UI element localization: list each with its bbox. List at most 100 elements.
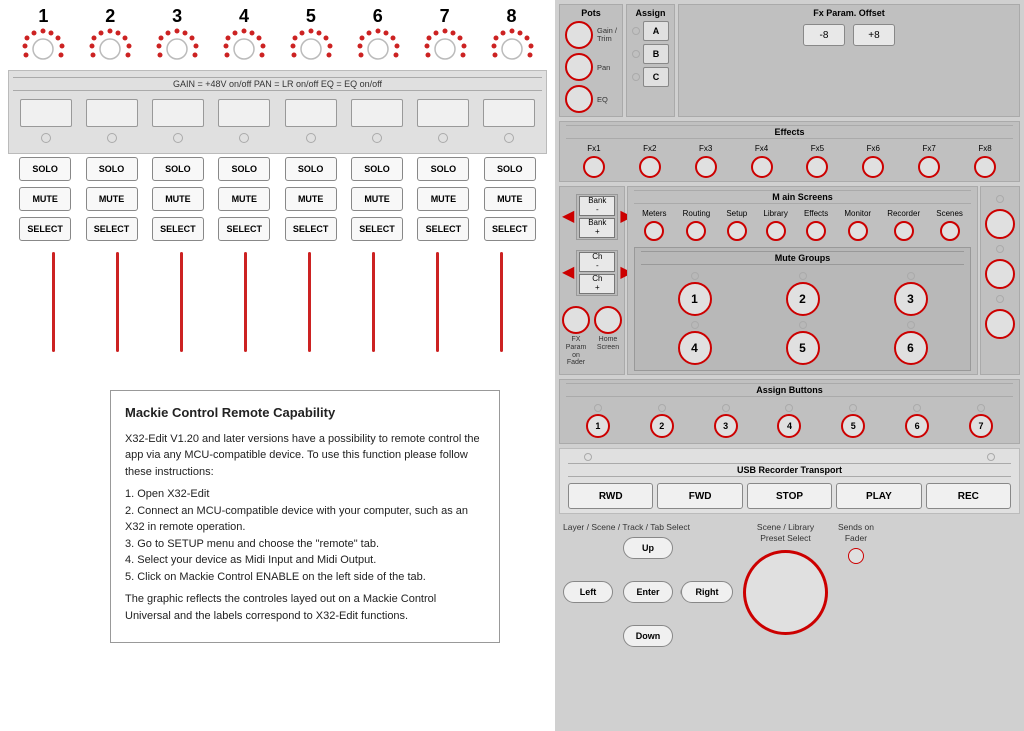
assign-btn-3-knob[interactable]: 3	[714, 414, 738, 438]
nav-right-btn[interactable]: Right	[681, 581, 733, 603]
fader-3[interactable]	[152, 99, 204, 127]
mute-3[interactable]: MUTE	[152, 187, 204, 211]
mute-4[interactable]: MUTE	[218, 187, 270, 211]
fx-param-offset-section: Fx Param. Offset -8 +8	[678, 4, 1020, 117]
assign-btn-5-knob[interactable]: 5	[841, 414, 865, 438]
screen-meters-knob[interactable]	[644, 221, 664, 241]
mute-5-knob[interactable]: 5	[786, 331, 820, 365]
ch-left-arrow[interactable]: ◀	[562, 265, 574, 281]
effect-fx6-knob[interactable]	[862, 156, 884, 178]
extra-knob-1[interactable]	[985, 209, 1015, 239]
solo-8[interactable]: SOLO	[484, 157, 536, 181]
solo-7[interactable]: SOLO	[417, 157, 469, 181]
screen-library-knob[interactable]	[766, 221, 786, 241]
knob-group-6: 6	[356, 6, 400, 71]
assign-a-btn[interactable]: A	[643, 21, 669, 41]
mute-3-knob[interactable]: 3	[894, 282, 928, 316]
fader-1[interactable]	[20, 99, 72, 127]
fx-param-fader-knob[interactable]	[562, 306, 590, 334]
effect-fx7-knob[interactable]	[918, 156, 940, 178]
solo-5[interactable]: SOLO	[285, 157, 337, 181]
solo-4[interactable]: SOLO	[218, 157, 270, 181]
assign-btn-4-knob[interactable]: 4	[777, 414, 801, 438]
transport-fwd-btn[interactable]: FWD	[657, 483, 742, 509]
pot-eq-knob[interactable]	[565, 85, 593, 113]
screen-monitor-knob[interactable]	[848, 221, 868, 241]
effect-fx5-knob[interactable]	[806, 156, 828, 178]
mute-4-knob[interactable]: 4	[678, 331, 712, 365]
select-4[interactable]: SELECT	[218, 217, 270, 241]
nav-up-btn[interactable]: Up	[623, 537, 673, 559]
effect-fx1-knob[interactable]	[583, 156, 605, 178]
screen-effects-knob[interactable]	[806, 221, 826, 241]
screen-setup-knob[interactable]	[727, 221, 747, 241]
pot-pan-knob[interactable]	[565, 53, 593, 81]
fader-4[interactable]	[218, 99, 270, 127]
transport-rec-btn[interactable]: REC	[926, 483, 1011, 509]
assign-btn-1-knob[interactable]: 1	[586, 414, 610, 438]
ch-plus-btn[interactable]: Ch+	[579, 274, 615, 294]
fader-8[interactable]	[483, 99, 535, 127]
scene-library-knob[interactable]	[743, 550, 828, 635]
screen-setup: Setup	[726, 209, 747, 241]
select-2[interactable]: SELECT	[86, 217, 138, 241]
extra-knob-2[interactable]	[985, 259, 1015, 289]
effect-fx4-knob[interactable]	[751, 156, 773, 178]
transport-play-btn[interactable]: PLAY	[836, 483, 921, 509]
effect-fx3-knob[interactable]	[695, 156, 717, 178]
mute-1[interactable]: MUTE	[19, 187, 71, 211]
sends-fader-knob[interactable]	[848, 548, 864, 564]
mute-2[interactable]: MUTE	[86, 187, 138, 211]
solo-2[interactable]: SOLO	[86, 157, 138, 181]
screen-recorder-knob[interactable]	[894, 221, 914, 241]
select-6[interactable]: SELECT	[351, 217, 403, 241]
screen-scenes-knob[interactable]	[940, 221, 960, 241]
effect-fx8-knob[interactable]	[974, 156, 996, 178]
select-1[interactable]: SELECT	[19, 217, 71, 241]
nav-enter-btn[interactable]: Enter	[623, 581, 673, 603]
bank-left-arrow[interactable]: ◀	[562, 209, 574, 225]
knob-number-2: 2	[105, 6, 115, 27]
mute-8[interactable]: MUTE	[484, 187, 536, 211]
mute-2-knob[interactable]: 2	[786, 282, 820, 316]
transport-rwd-btn[interactable]: RWD	[568, 483, 653, 509]
effect-fx2-knob[interactable]	[639, 156, 661, 178]
nav-left-btn[interactable]: Left	[563, 581, 613, 603]
mute-5[interactable]: MUTE	[285, 187, 337, 211]
bank-minus-btn[interactable]: Bank-	[579, 196, 615, 216]
assign-b-btn[interactable]: B	[643, 44, 669, 64]
screen-routing-knob[interactable]	[686, 221, 706, 241]
ch-minus-btn[interactable]: Ch-	[579, 252, 615, 272]
assign-buttons-title: Assign Buttons	[566, 383, 1013, 397]
select-3[interactable]: SELECT	[152, 217, 204, 241]
assign-btn-6-knob[interactable]: 6	[905, 414, 929, 438]
knob-dots-8	[490, 27, 534, 71]
assign-c-btn[interactable]: C	[643, 67, 669, 87]
solo-3[interactable]: SOLO	[152, 157, 204, 181]
fader-5[interactable]	[285, 99, 337, 127]
assign-btn-2-knob[interactable]: 2	[650, 414, 674, 438]
transport-stop-btn[interactable]: STOP	[747, 483, 832, 509]
fader-7[interactable]	[417, 99, 469, 127]
solo-6[interactable]: SOLO	[351, 157, 403, 181]
bank-plus-btn[interactable]: Bank+	[579, 218, 615, 238]
home-screen-knob[interactable]	[594, 306, 622, 334]
nav-down-btn[interactable]: Down	[623, 625, 673, 647]
extra-knob-3[interactable]	[985, 309, 1015, 339]
solo-1[interactable]: SOLO	[19, 157, 71, 181]
fader-2[interactable]	[86, 99, 138, 127]
mute-6-knob[interactable]: 6	[894, 331, 928, 365]
fx-offset-minus-btn[interactable]: -8	[803, 24, 845, 46]
select-8[interactable]: SELECT	[484, 217, 536, 241]
mute-7[interactable]: MUTE	[417, 187, 469, 211]
mute-1-knob[interactable]: 1	[678, 282, 712, 316]
screen-recorder-label: Recorder	[887, 209, 920, 218]
select-7[interactable]: SELECT	[417, 217, 469, 241]
pot-gain-knob[interactable]	[565, 21, 593, 49]
fx-offset-plus-btn[interactable]: +8	[853, 24, 895, 46]
assign-btn-7-knob[interactable]: 7	[969, 414, 993, 438]
mute-6[interactable]: MUTE	[351, 187, 403, 211]
select-5[interactable]: SELECT	[285, 217, 337, 241]
fader-6[interactable]	[351, 99, 403, 127]
faders-row	[13, 95, 542, 131]
